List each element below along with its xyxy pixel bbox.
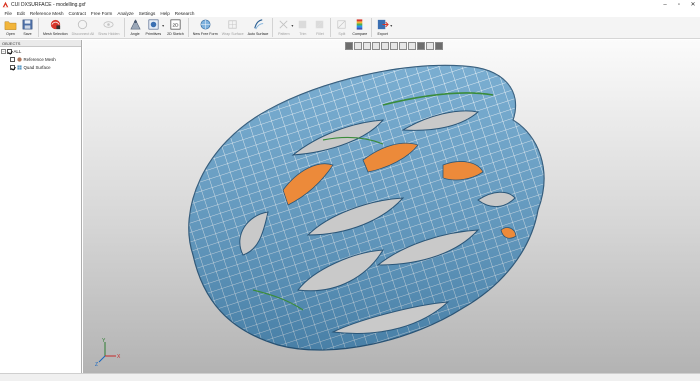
mesh-selection-icon (50, 19, 60, 30)
auto-surface-button[interactable]: Auto Surface (246, 17, 271, 39)
pattern-label: Pattern (278, 32, 290, 36)
menu-file[interactable]: File (2, 11, 14, 16)
close-button[interactable]: ✕ (686, 0, 700, 9)
maximize-button[interactable]: ▫ (672, 0, 686, 9)
angle-icon (129, 19, 141, 30)
3d-viewport[interactable]: Y X Z (83, 40, 700, 373)
minimize-button[interactable]: – (658, 0, 672, 9)
2d-sketch-button[interactable]: 2D 2D Sketch (165, 17, 186, 39)
disconnect-icon (78, 19, 88, 30)
save-label: Save (23, 32, 32, 36)
all-checkbox[interactable] (7, 48, 12, 54)
trim-icon (299, 20, 307, 29)
toolbar-separator (123, 18, 125, 37)
disconnect-all-label: Disconnect All (71, 32, 95, 36)
show-hidden-label: Show Hidden (98, 32, 120, 36)
trim-button[interactable]: Trim (294, 17, 311, 39)
floppy-disk-icon (22, 19, 33, 30)
primitives-icon (148, 19, 159, 30)
export-icon (378, 19, 389, 30)
disconnect-all-button[interactable]: Disconnect All (70, 17, 97, 39)
sketch-icon-text: 2D (172, 22, 179, 27)
auto-surface-label: Auto Surface (247, 32, 269, 36)
app-logo-icon (2, 1, 9, 8)
quad-surface-label: Quad Surface (23, 64, 51, 70)
split-button[interactable]: Split (333, 17, 350, 39)
toolbar-separator (371, 18, 373, 37)
auto-surface-icon (253, 19, 263, 30)
quad-surface-icon (16, 64, 22, 70)
folder-icon (4, 21, 17, 30)
menu-help[interactable]: Help (158, 11, 172, 16)
fillet-icon (316, 20, 324, 29)
wrap-surface-icon (228, 20, 237, 29)
primitives-label: Primitives (145, 32, 162, 36)
tree-root-all[interactable]: − ALL (0, 47, 81, 55)
save-button[interactable]: Save (19, 17, 36, 39)
tree-item-reference-mesh[interactable]: Reference Mesh (0, 55, 81, 63)
split-label: Split (338, 32, 346, 36)
primitives-dropdown-icon[interactable]: ▾ (162, 23, 164, 28)
axis-x-label: X (117, 354, 121, 360)
open-button[interactable]: Open (2, 17, 19, 39)
compare-label: Compare (352, 32, 368, 36)
menu-free-form[interactable]: Free Form (88, 11, 114, 16)
open-label: Open (6, 32, 15, 36)
mesh-icon (16, 56, 22, 62)
status-bar (0, 373, 700, 381)
compare-icon (357, 19, 363, 30)
show-hidden-button[interactable]: Show Hidden (96, 17, 121, 39)
axis-z-label: Z (95, 362, 98, 368)
objects-panel: OBJECTS − ALL Reference Mesh Quad Surfac… (0, 40, 82, 373)
menu-research[interactable]: Research (172, 11, 197, 16)
main-toolbar: Open Save Mesh Selection Disconnect All … (0, 17, 700, 39)
export-button[interactable]: Export (374, 17, 391, 39)
compare-button[interactable]: Compare (350, 17, 369, 39)
export-dropdown-icon[interactable]: ▾ (390, 23, 392, 28)
free-form-icon (200, 19, 211, 30)
window-title: CUI DXSURFACE - modelling.gxf (11, 1, 86, 8)
trim-label: Trim (299, 32, 307, 36)
wrap-surface-button[interactable]: Wrap Surface (220, 17, 246, 39)
helmet-model[interactable]: Y X Z (83, 40, 700, 373)
toolbar-separator (187, 18, 189, 37)
menu-bar: File Edit Reference Mesh Contract Free F… (0, 9, 700, 17)
menu-settings[interactable]: Settings (136, 11, 158, 16)
title-bar: CUI DXSURFACE - modelling.gxf – ▫ ✕ (0, 0, 700, 9)
collapse-icon[interactable]: − (1, 48, 6, 54)
angle-label: Angle (130, 32, 140, 36)
quad-surface-checkbox[interactable] (10, 64, 15, 70)
primitives-button[interactable]: Primitives (144, 17, 164, 39)
2d-sketch-label: 2D Sketch (167, 32, 184, 36)
split-icon (337, 20, 346, 29)
menu-reference-mesh[interactable]: Reference Mesh (27, 11, 66, 16)
angle-button[interactable]: Angle (127, 17, 144, 39)
window-controls: – ▫ ✕ (658, 0, 700, 9)
tree-root-label: ALL (13, 48, 22, 54)
objects-panel-header: OBJECTS (0, 40, 81, 47)
mesh-selection-button[interactable]: Mesh Selection (41, 17, 70, 39)
new-free-form-label: New Free Form (192, 32, 218, 36)
tree-item-quad-surface[interactable]: Quad Surface (0, 63, 81, 71)
wrap-surface-label: Wrap Surface (221, 32, 244, 36)
fillet-label: Fillet (316, 32, 324, 36)
menu-analyze[interactable]: Analyze (115, 11, 136, 16)
menu-contract[interactable]: Contract (66, 11, 88, 16)
reference-mesh-label: Reference Mesh (23, 56, 56, 62)
toolbar-separator (272, 18, 274, 37)
mesh-selection-label: Mesh Selection (43, 32, 68, 36)
sketch-2d-icon: 2D (170, 19, 181, 30)
new-free-form-button[interactable]: New Free Form (191, 17, 220, 39)
eye-icon (103, 21, 114, 28)
fillet-button[interactable]: Fillet (311, 17, 328, 39)
pattern-dropdown-icon[interactable]: ▾ (291, 23, 293, 28)
pattern-button[interactable]: Pattern (275, 17, 292, 39)
pattern-icon (279, 20, 288, 29)
export-label: Export (377, 32, 388, 36)
axis-triad: Y X Z (95, 338, 121, 368)
toolbar-separator (330, 18, 332, 37)
toolbar-separator (38, 18, 39, 37)
menu-edit[interactable]: Edit (14, 11, 27, 16)
reference-mesh-checkbox[interactable] (10, 56, 15, 62)
